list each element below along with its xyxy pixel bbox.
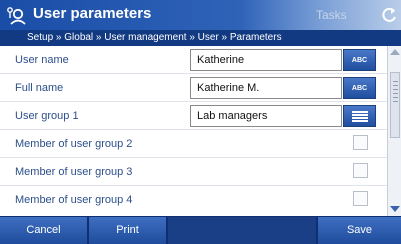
user-name-field[interactable]: Katherine xyxy=(190,49,342,71)
user-name-label: User name xyxy=(15,54,69,66)
tasks-button[interactable]: Tasks xyxy=(316,8,347,22)
vertical-scrollbar[interactable] xyxy=(387,46,401,216)
user-group-1-select[interactable]: Lab managers xyxy=(190,105,342,127)
row-full-name: Full name Katherine M. ABC xyxy=(0,74,387,102)
user-settings-icon xyxy=(7,7,26,25)
member-group-2-checkbox[interactable] xyxy=(353,135,368,150)
full-name-field[interactable]: Katherine M. xyxy=(190,77,342,99)
member-group-2-label: Member of user group 2 xyxy=(15,138,133,150)
row-member-group-4: Member of user group 4 xyxy=(0,186,387,214)
empty-button-slot xyxy=(168,217,317,244)
list-icon xyxy=(352,111,368,122)
member-group-3-checkbox[interactable] xyxy=(353,163,368,178)
full-name-label: Full name xyxy=(15,82,64,94)
action-bar: Cancel Print Save xyxy=(0,216,401,244)
grip-line xyxy=(393,101,398,102)
cancel-button[interactable]: Cancel xyxy=(0,217,88,244)
user-group-1-label: User group 1 xyxy=(15,110,79,122)
page-title: User parameters xyxy=(33,5,152,22)
member-group-4-checkbox[interactable] xyxy=(353,191,368,206)
print-button[interactable]: Print xyxy=(89,217,167,244)
row-member-group-2: Member of user group 2 xyxy=(0,130,387,158)
grip-line xyxy=(393,97,398,98)
member-group-4-label: Member of user group 4 xyxy=(15,194,133,206)
grip-line xyxy=(393,81,398,82)
user-name-keyboard-button[interactable]: ABC xyxy=(343,49,376,71)
breadcrumb: Setup » Global » User management » User … xyxy=(0,30,401,46)
grip-line xyxy=(393,93,398,94)
user-group-1-list-button[interactable] xyxy=(343,105,376,127)
row-user-name: User name Katherine ABC xyxy=(0,46,387,74)
scroll-down-icon[interactable] xyxy=(390,206,400,212)
grip-line xyxy=(393,89,398,90)
scrollbar-thumb[interactable] xyxy=(390,72,400,138)
row-member-group-3: Member of user group 3 xyxy=(0,158,387,186)
refresh-icon[interactable] xyxy=(380,5,398,25)
save-button[interactable]: Save xyxy=(318,217,401,244)
row-user-group-1: User group 1 Lab managers xyxy=(0,102,387,130)
title-bar: User parameters Tasks xyxy=(0,0,401,30)
full-name-keyboard-button[interactable]: ABC xyxy=(343,77,376,99)
member-group-3-label: Member of user group 3 xyxy=(15,166,133,178)
parameters-panel: User name Katherine ABC Full name Kather… xyxy=(0,46,387,216)
divider xyxy=(357,4,358,26)
grip-line xyxy=(393,85,398,86)
scroll-up-icon[interactable] xyxy=(390,49,400,55)
